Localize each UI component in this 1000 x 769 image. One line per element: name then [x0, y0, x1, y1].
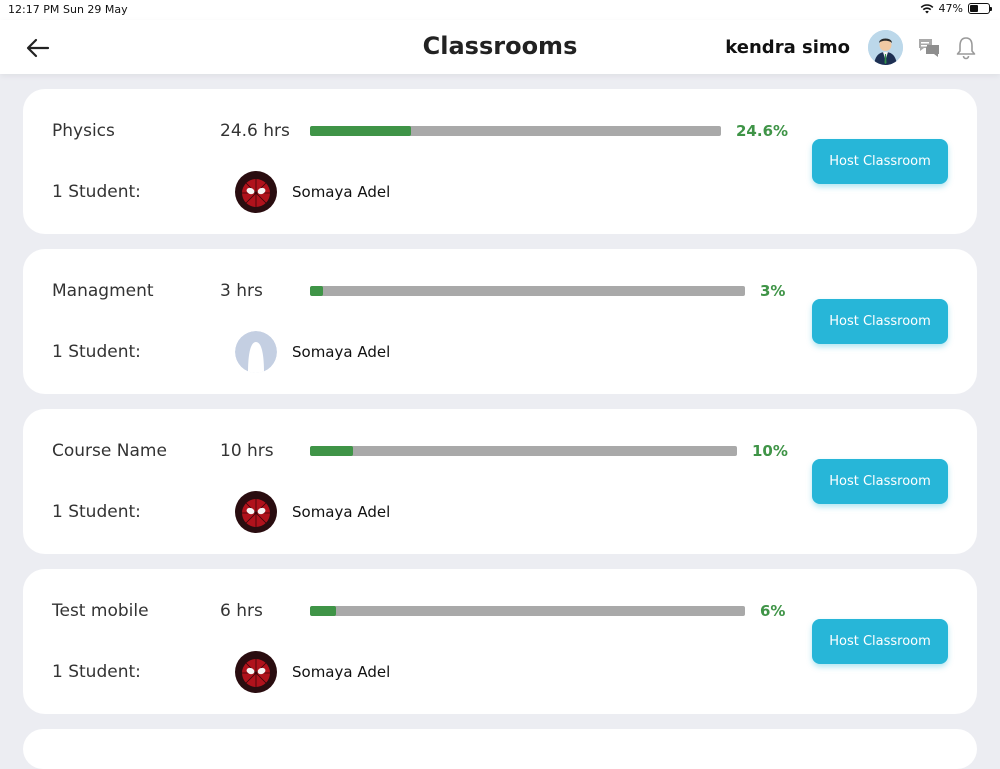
status-date: Sun 29 May [63, 3, 128, 16]
status-right: 47% [920, 2, 992, 15]
user-avatar[interactable] [868, 30, 903, 65]
host-classroom-button[interactable]: Host Classroom [812, 459, 948, 504]
app-header: Classrooms kendra simo [0, 20, 1000, 74]
student-name: Somaya Adel [292, 343, 391, 361]
student-avatar [235, 651, 277, 693]
student-avatar [235, 491, 277, 533]
progress-percent: 10% [752, 442, 788, 460]
classroom-card: Managment 3 hrs 3% 1 Student: Somaya Ade… [23, 249, 977, 394]
course-name: Physics [52, 121, 115, 141]
students-label: 1 Student: [52, 662, 141, 682]
wifi-icon [920, 4, 933, 14]
classroom-card: Course Name 10 hrs 10% 1 Student: Somaya… [23, 409, 977, 554]
course-hours: 3 hrs [220, 281, 263, 301]
chat-bubbles-icon[interactable] [917, 37, 941, 59]
progress-bar [310, 606, 337, 616]
host-classroom-button[interactable]: Host Classroom [812, 139, 948, 184]
student-avatar [235, 171, 277, 213]
progress-percent: 3% [760, 282, 786, 300]
classroom-card: Physics 24.6 hrs 24.6% 1 Student: Somaya… [23, 89, 977, 234]
host-classroom-button[interactable]: Host Classroom [812, 299, 948, 344]
progress-bar [310, 446, 353, 456]
course-hours: 10 hrs [220, 441, 274, 461]
progress-track [310, 126, 721, 136]
course-hours: 24.6 hrs [220, 121, 290, 141]
bell-icon[interactable] [955, 36, 977, 60]
classroom-card-partial [23, 729, 977, 769]
host-classroom-button[interactable]: Host Classroom [812, 619, 948, 664]
students-label: 1 Student: [52, 502, 141, 522]
progress-track [310, 286, 745, 296]
students-label: 1 Student: [52, 342, 141, 362]
progress-bar [310, 286, 324, 296]
students-label: 1 Student: [52, 182, 141, 202]
user-avatar-image [868, 30, 903, 65]
course-name: Test mobile [52, 601, 149, 621]
progress-bar [310, 126, 412, 136]
page-title: Classrooms [422, 32, 578, 60]
course-name: Course Name [52, 441, 167, 461]
progress-percent: 24.6% [736, 122, 789, 140]
classroom-list: Physics 24.6 hrs 24.6% 1 Student: Somaya… [23, 89, 977, 729]
course-name: Managment [52, 281, 154, 301]
student-avatar [235, 331, 277, 373]
progress-percent: 6% [760, 602, 786, 620]
student-name: Somaya Adel [292, 503, 391, 521]
status-bar: 12:17 PM Sun 29 May 47% [0, 0, 1000, 20]
progress-track [310, 606, 745, 616]
username[interactable]: kendra simo [725, 37, 850, 58]
status-time: 12:17 PM [8, 3, 60, 16]
classroom-card: Test mobile 6 hrs 6% 1 Student: Somaya A… [23, 569, 977, 714]
battery-percent: 47% [938, 2, 963, 15]
student-name: Somaya Adel [292, 183, 391, 201]
student-name: Somaya Adel [292, 663, 391, 681]
course-hours: 6 hrs [220, 601, 263, 621]
progress-track [310, 446, 737, 456]
battery-icon [968, 3, 992, 14]
